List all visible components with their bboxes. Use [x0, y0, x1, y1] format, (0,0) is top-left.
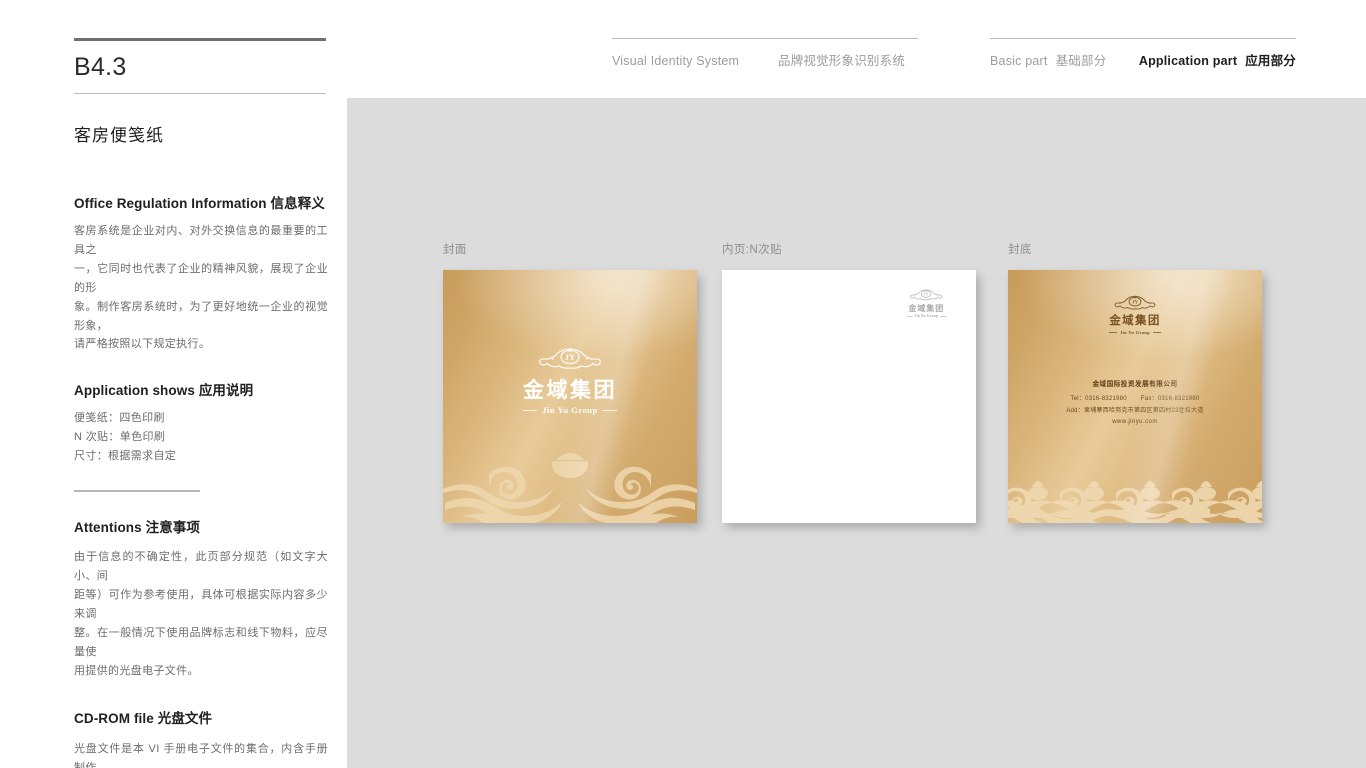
- logo-name-cn: 金域集团: [908, 304, 945, 313]
- sidebar-divider: [74, 490, 200, 493]
- logo-name-cn: 金域集团: [522, 378, 618, 402]
- logo-name-cn: 金域集团: [1109, 315, 1161, 327]
- crest-icon: JY: [539, 348, 601, 369]
- section-heading-en: Office Regulation Information: [74, 196, 267, 211]
- nav-items-right: Basic part 基础部分 Application part 应用部分: [990, 50, 1296, 69]
- mockup-label-cover: 封面: [443, 244, 467, 256]
- nav-group-identity: Visual Identity System 品牌视觉形象识别系统: [612, 38, 922, 69]
- nav-rule-right: [990, 38, 1296, 39]
- section-cd-rom-file: CD-ROM file 光盘文件 光盘文件是本 VI 手册电子文件的集合，内含手…: [74, 707, 328, 768]
- logo-rule-right: [602, 409, 617, 411]
- logo-name-en: Jin Yu Group: [914, 314, 938, 318]
- cloud-border-ornament-icon: [1008, 481, 1262, 523]
- logo-rule-right: [940, 316, 946, 318]
- nav-label-en: Visual Identity System: [612, 54, 740, 68]
- section-body: 客房系统是企业对内、对外交换信息的最重要的工具之 一，它同时也代表了企业的精神风…: [74, 222, 328, 354]
- mockup-label-inner: 内页:N次贴: [722, 244, 782, 256]
- logo-name-en: Jin Yu Group: [542, 405, 598, 415]
- section-heading-cn: 注意事项: [145, 520, 201, 536]
- body-line: 用提供的光盘电子文件。: [74, 664, 199, 677]
- body-line: 由于信息的不确定性，此页部分规范（如文字大小、间: [74, 551, 328, 582]
- section-body: 由于信息的不确定性，此页部分规范（如文字大小、间 距等）可作为参考使用，具体可根…: [74, 548, 328, 680]
- mockup-cover-sheet[interactable]: JY 金域集团 Jin Yu Group: [443, 270, 697, 523]
- logo-name-en: Jin Yu Group: [1120, 329, 1150, 335]
- mockup-label-backcover: 封底: [1008, 244, 1032, 256]
- vi-manual-page: Visual Identity System 品牌视觉形象识别系统 Basic …: [0, 0, 1366, 768]
- contact-company-name: 金域国际投资发展有限公司: [1092, 381, 1178, 388]
- section-heading-cn: 应用说明: [198, 383, 254, 399]
- section-heading: Application shows 应用说明: [74, 379, 328, 399]
- section-heading: CD-ROM file 光盘文件: [74, 707, 328, 727]
- body-line: 一，它同时也代表了企业的精神风貌，展现了企业的形: [74, 262, 328, 294]
- section-heading-cn: 光盘文件: [157, 711, 213, 727]
- crest-icon: JY: [1114, 295, 1156, 310]
- backcover-contact-block: 金域国际投资发展有限公司 Tel：0316-8321980 Fax：0316-83…: [1008, 378, 1262, 425]
- body-line: 距等）可作为参考使用，具体可根据实际内容多少来调: [74, 588, 328, 620]
- nav-items-left: Visual Identity System 品牌视觉形象识别系统: [612, 50, 922, 69]
- contact-fax-value: 0316-8321980: [1157, 396, 1200, 402]
- body-line: 整。在一般情况下使用品牌标志和线下物料，应尽量使: [74, 626, 328, 658]
- nav-label-cn: 应用部分: [1245, 54, 1296, 68]
- section-office-regulation-information: Office Regulation Information 信息释义 客房系统是…: [74, 192, 328, 354]
- nav-label-cn: 品牌视觉形象识别系统: [778, 54, 906, 68]
- contact-tel-value: 0316-8321980: [1085, 396, 1127, 402]
- inner-logo: JY 金域集团 Jin Yu Group: [906, 288, 946, 319]
- nav-item-visual-identity-system-cn[interactable]: 品牌视觉形象识别系统: [770, 50, 905, 69]
- contact-tel-label: Tel：: [1070, 396, 1086, 402]
- cover-ornament: [443, 433, 697, 523]
- mockup-backcover-sheet[interactable]: JY 金域集团 Jin Yu Group 金域国际投资发展有限公司 Tel：03…: [1008, 270, 1262, 523]
- section-body: 便笺纸：四色印刷 N 次贴：单色印刷 尺寸：根据需求自定: [74, 409, 328, 466]
- logo-rule-left: [906, 316, 913, 318]
- page-title: 客房便笺纸: [74, 126, 164, 145]
- svg-text:JY: JY: [1132, 300, 1139, 306]
- body-line: N 次贴：单色印刷: [74, 431, 166, 444]
- contact-phone-row: Tel：0316-8321980 Fax：0316-8321980: [1008, 393, 1262, 402]
- body-line: 请严格按照以下规定执行。: [74, 338, 211, 351]
- logo-rule-left: [1109, 332, 1118, 334]
- body-line: 客房系统是企业对内、对外交换信息的最重要的工具之: [74, 225, 328, 256]
- mockup-stage: 封面 内页:N次贴 封底 JY 金域集团 Jin Yu Group JY 金域集…: [347, 98, 1366, 768]
- section-heading-en: CD-ROM file: [74, 711, 154, 727]
- logo-name-en-wrap: Jin Yu Group: [1008, 329, 1262, 336]
- nav-item-visual-identity-system[interactable]: Visual Identity System: [612, 54, 770, 68]
- logo-name-en-wrap: Jin Yu Group: [443, 406, 697, 415]
- body-line: 尺寸：根据需求自定: [74, 450, 177, 463]
- section-heading-en: Application shows: [74, 383, 195, 399]
- page-code: B4.3: [74, 53, 127, 81]
- mockup-inner-sheet[interactable]: JY 金域集团 Jin Yu Group: [722, 270, 976, 523]
- backcover-ornament: [1008, 461, 1262, 523]
- contact-website[interactable]: www.jinyu.com: [1008, 419, 1262, 425]
- backcover-logo: JY 金域集团 Jin Yu Group: [1008, 294, 1262, 335]
- logo-rule-right: [1152, 332, 1161, 334]
- section-heading: Office Regulation Information 信息释义: [74, 192, 328, 212]
- nav-group-parts: Basic part 基础部分 Application part 应用部分: [990, 38, 1296, 69]
- section-application-shows: Application shows 应用说明 便笺纸：四色印刷 N 次贴：单色印…: [74, 379, 328, 466]
- body-line: 便笺纸：四色印刷: [74, 412, 165, 425]
- section-heading-cn: 信息释义: [270, 196, 325, 211]
- section-heading-en: Attentions: [74, 520, 142, 536]
- nav-label-en: Basic part: [990, 54, 1048, 68]
- section-body: 光盘文件是本 VI 手册电子文件的集合，内含手册制作 时的专用软件格式文件。其中…: [74, 740, 328, 768]
- nav-item-basic-part[interactable]: Basic part 基础部分: [990, 50, 1139, 69]
- sidebar: B4.3 客房便笺纸 Office Regulation Information…: [74, 38, 328, 768]
- nav-item-application-part[interactable]: Application part 应用部分: [1139, 50, 1296, 69]
- crest-icon: JY: [910, 289, 943, 301]
- svg-text:JY: JY: [924, 292, 929, 297]
- nav-label-cn: 基础部分: [1055, 54, 1107, 68]
- contact-fax-label: Fax：: [1140, 396, 1158, 402]
- section-heading: Attentions 注意事项: [74, 516, 328, 536]
- cover-logo: JY 金域集团 Jin Yu Group: [443, 346, 697, 415]
- section-attentions: Attentions 注意事项 由于信息的不确定性，此页部分规范（如文字大小、间…: [74, 516, 328, 680]
- nav-rule-left: [612, 38, 918, 39]
- logo-name-en-wrap: Jin Yu Group: [906, 314, 946, 319]
- contact-address-row: Add：柬埔寨西哈努克市第四区第四村23壮拉大道: [1066, 408, 1204, 414]
- nav-label-en: Application part: [1138, 54, 1238, 68]
- body-line: 象。制作客房系统时，为了更好地统一企业的视觉形象，: [74, 300, 328, 332]
- body-line: 光盘文件是本 VI 手册电子文件的集合，内含手册制作: [74, 743, 328, 768]
- logo-rule-left: [523, 409, 538, 411]
- cloud-wave-ornament-icon: [443, 453, 697, 523]
- svg-text:JY: JY: [565, 353, 575, 362]
